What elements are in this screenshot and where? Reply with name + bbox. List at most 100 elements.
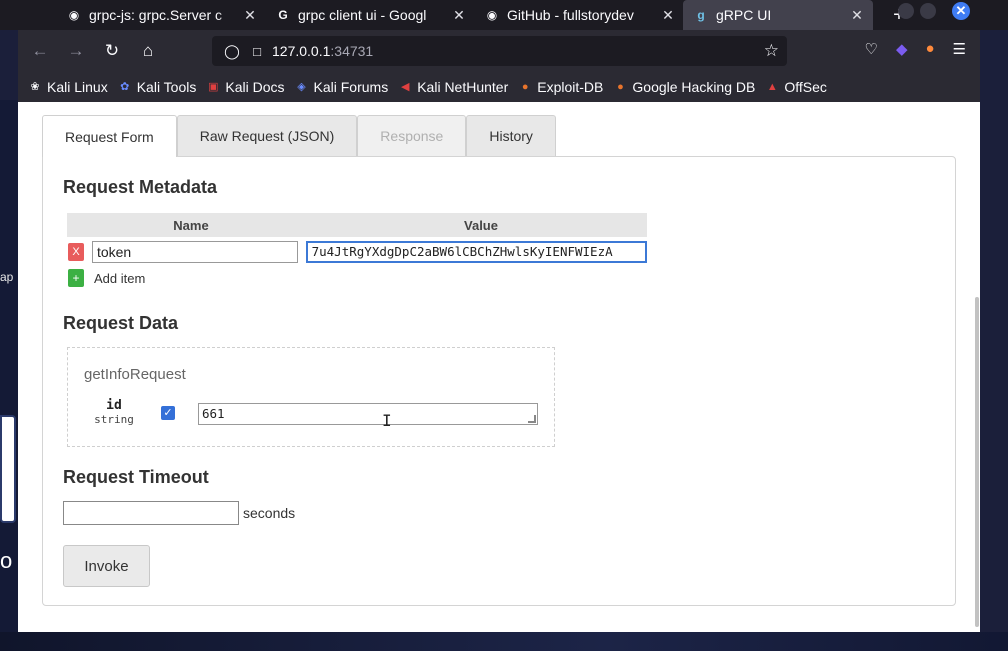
close-tab-icon[interactable]: ✕ [243, 7, 257, 24]
exploitdb-icon: ● [521, 81, 529, 93]
column-header-name: Name [173, 217, 209, 233]
metadata-table-header: Name Value [67, 213, 647, 237]
page-icon[interactable]: □ [248, 44, 266, 59]
back-arrow-icon[interactable]: ← [22, 41, 58, 61]
window-controls [898, 3, 936, 19]
toolbar-right: ♡ ◆ ● ☰ [864, 40, 966, 58]
message-name: getInfoRequest [84, 366, 186, 383]
browser-tab[interactable]: G grpc client ui - Googl ✕ [265, 0, 474, 30]
browser-tab-label: gRPC UI [716, 7, 772, 23]
timeout-row: seconds [63, 501, 295, 525]
invoke-button[interactable]: Invoke [63, 545, 150, 587]
offsec-icon: ▲ [766, 81, 778, 93]
request-form-panel: Request Metadata Name Value X token 7u4J… [42, 156, 956, 606]
timeout-input[interactable] [63, 501, 239, 525]
page-scrollbar[interactable] [974, 102, 980, 632]
url-host: 127.0.0.1 [272, 43, 331, 59]
field-type: string [94, 413, 134, 426]
metadata-row: X token 7u4JtRgYXdgDpC2aBW6lCBChZHwlsKyI… [67, 237, 647, 267]
shield-icon[interactable]: ◯ [222, 43, 242, 60]
nethunter-icon: ◀ [400, 81, 410, 93]
browser-tab[interactable]: ◉ grpc-js: grpc.Server c ✕ [56, 0, 265, 30]
field-enabled-checkbox[interactable]: ✓ [161, 406, 175, 420]
bookmarks-bar: ❀ Kali Linux ✿ Kali Tools ▣ Kali Docs ◈ Kali… [18, 72, 980, 102]
github-icon: ◉ [68, 8, 80, 22]
bookmark-item[interactable]: ● Google Hacking DB [613, 79, 755, 95]
remove-metadata-button[interactable]: X [68, 243, 84, 261]
bookmark-label: Kali Linux [47, 79, 108, 95]
metadata-name-input[interactable]: token [91, 241, 298, 263]
bookmark-label: Google Hacking DB [632, 79, 756, 95]
kali-docs-icon: ▣ [208, 81, 219, 93]
kali-forums-icon: ◈ [297, 81, 306, 93]
close-tab-icon[interactable]: ✕ [452, 7, 466, 24]
column-header-value: Value [464, 217, 498, 233]
desktop-text-fragment-bottom: o [0, 548, 13, 573]
bookmark-star-icon[interactable]: ☆ [764, 41, 779, 61]
request-timeout-heading: Request Timeout [63, 467, 209, 487]
request-data-heading: Request Data [63, 313, 179, 333]
ghdb-icon: ● [617, 81, 624, 93]
timeout-unit-label: seconds [243, 505, 296, 521]
reload-icon[interactable]: ↻ [94, 41, 130, 61]
browser-tab-bar: ◉ grpc-js: grpc.Server c ✕ G grpc client… [0, 0, 1008, 30]
desktop-background-left: ap o [0, 100, 18, 651]
bookmark-item[interactable]: ● Exploit-DB [518, 79, 603, 95]
browser-tab-label: grpc client ui - Googl [298, 7, 427, 23]
bookmark-item[interactable]: ✿ Kali Tools [118, 79, 197, 95]
pocket-icon[interactable]: ♡ [864, 40, 877, 58]
text-cursor-icon: I [382, 411, 392, 430]
github-icon: ◉ [486, 8, 498, 22]
url-port: :34731 [330, 43, 374, 59]
home-icon[interactable]: ⌂ [130, 41, 166, 61]
window-close-button[interactable]: ✕ [952, 2, 970, 20]
field-id-input[interactable]: 661 [198, 403, 538, 425]
add-item-button[interactable]: + [68, 269, 84, 287]
add-item-label: Add item [94, 270, 146, 286]
bookmark-label: OffSec [784, 79, 827, 95]
scrollbar-thumb[interactable] [975, 297, 979, 627]
desktop-window-fragment [0, 415, 16, 523]
bookmark-label: Exploit-DB [537, 79, 604, 95]
firefox-account-icon[interactable]: ● [925, 40, 934, 58]
field-name: id [106, 398, 122, 413]
resize-handle-icon[interactable] [528, 415, 536, 423]
close-tab-icon[interactable]: ✕ [661, 7, 675, 24]
desktop-text-fragment: ap [0, 270, 14, 284]
request-tabs: Request Form Raw Request (JSON) Response… [42, 115, 556, 157]
google-icon: G [278, 8, 288, 22]
request-data-box: getInfoRequest id string ✓ 661 I [67, 347, 555, 447]
field-value: 661 [202, 406, 225, 421]
maximize-button[interactable] [920, 3, 936, 19]
close-tab-icon[interactable]: ✕ [850, 7, 864, 24]
tab-history[interactable]: History [466, 115, 556, 156]
browser-nav-bar: ← → ↻ ⌂ ◯ □ 127.0.0.1 :34731 ☆ ♡ ◆ ● ☰ [18, 30, 980, 72]
field-label: id string [84, 398, 144, 426]
bookmark-label: Kali NetHunter [417, 79, 509, 95]
bookmark-item[interactable]: ▲ OffSec [765, 79, 827, 95]
kali-tools-icon: ✿ [120, 81, 130, 93]
metadata-value-input[interactable]: 7u4JtRgYXdgDpC2aBW6lCBChZHwlsKyIENFWIEzA [305, 241, 647, 263]
browser-tab-active[interactable]: g gRPC UI ✕ [683, 0, 873, 30]
menu-icon[interactable]: ☰ [953, 40, 966, 58]
grpc-icon: g [697, 8, 705, 22]
forward-arrow-icon[interactable]: → [58, 41, 94, 61]
bookmark-item[interactable]: ❀ Kali Linux [28, 79, 108, 95]
page-viewport: Request Form Raw Request (JSON) Response… [18, 102, 980, 632]
bookmark-item[interactable]: ◈ Kali Forums [295, 79, 389, 95]
bookmark-label: Kali Tools [136, 79, 197, 95]
bookmark-label: Kali Docs [225, 79, 285, 95]
minimize-button[interactable] [898, 3, 914, 19]
desktop-background-bottom [0, 632, 1008, 651]
bookmark-item[interactable]: ▣ Kali Docs [206, 79, 284, 95]
bookmark-label: Kali Forums [313, 79, 389, 95]
tab-response: Response [357, 115, 467, 156]
url-bar[interactable]: ◯ □ 127.0.0.1 :34731 ☆ [212, 36, 787, 66]
tab-raw-request[interactable]: Raw Request (JSON) [176, 115, 358, 156]
extension-icon[interactable]: ◆ [896, 40, 908, 58]
browser-tab-label: grpc-js: grpc.Server c [89, 7, 223, 23]
tab-request-form[interactable]: Request Form [42, 115, 177, 157]
browser-tab[interactable]: ◉ GitHub - fullstorydev ✕ [474, 0, 683, 30]
add-item-row: + Add item [67, 269, 647, 287]
bookmark-item[interactable]: ◀ Kali NetHunter [398, 79, 508, 95]
